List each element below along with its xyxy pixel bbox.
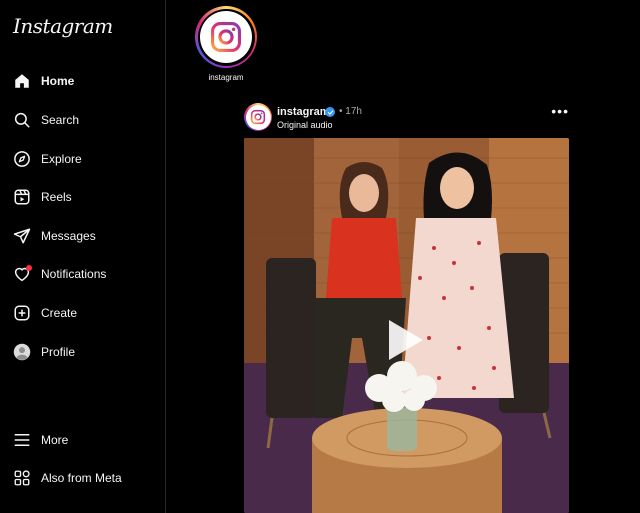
post-separator: •	[339, 106, 343, 117]
sidebar-item-label: Explore	[41, 152, 82, 166]
sidebar-item-label: Messages	[41, 229, 96, 243]
story-ring	[195, 6, 257, 68]
story-username: instagram	[208, 73, 244, 82]
notification-badge	[26, 265, 32, 271]
sidebar-item-explore[interactable]: Explore	[0, 141, 165, 177]
sidebar-item-reels[interactable]: Reels	[0, 179, 165, 215]
post-timestamp: • 17h	[339, 106, 362, 117]
more-options-button[interactable]: •••	[551, 104, 569, 118]
meta-apps-icon	[12, 468, 32, 488]
story-item[interactable]: instagram	[195, 6, 257, 82]
search-icon	[12, 110, 32, 130]
sidebar-item-label: Home	[41, 74, 75, 88]
post-time-value: 17h	[345, 106, 362, 117]
story-ring-gap	[197, 8, 255, 66]
sidebar-item-label: Also from Meta	[41, 471, 122, 485]
story-avatar	[200, 11, 252, 63]
plus-square-icon	[12, 303, 32, 323]
post-username[interactable]: instagram	[277, 106, 330, 118]
sidebar-item-notifications[interactable]: Notifications	[0, 256, 165, 292]
sidebar-item-search[interactable]: Search	[0, 102, 165, 138]
sidebar-item-label: Notifications	[41, 267, 107, 281]
post-header: instagram • 17h Original audio •••	[244, 102, 569, 134]
instagram-logo[interactable]: Instagram	[13, 14, 113, 38]
sidebar-item-create[interactable]: Create	[0, 295, 165, 331]
instagram-glyph-icon	[210, 21, 242, 53]
post-avatar[interactable]	[244, 103, 272, 131]
sidebar-item-label: Reels	[41, 190, 72, 204]
reels-icon	[12, 187, 32, 207]
sidebar-item-home[interactable]: Home	[0, 63, 165, 99]
sidebar-item-label: Create	[41, 306, 78, 320]
sidebar-item-profile[interactable]: Profile	[0, 334, 165, 370]
play-button[interactable]	[383, 318, 427, 362]
home-icon	[12, 71, 32, 91]
sidebar-item-label: Search	[41, 113, 80, 127]
post-audio-link[interactable]: Original audio	[277, 120, 333, 130]
sidebar-item-label: More	[41, 433, 69, 447]
heart-icon	[12, 264, 32, 284]
sidebar-item-messages[interactable]: Messages	[0, 218, 165, 254]
instagram-glyph-icon	[250, 109, 266, 125]
send-icon	[12, 226, 32, 246]
menu-icon	[12, 430, 32, 450]
post-avatar-inner	[245, 104, 271, 130]
avatar-icon	[12, 342, 32, 362]
sidebar-item-more[interactable]: More	[0, 422, 165, 458]
verified-badge-icon	[325, 107, 335, 117]
play-icon	[389, 320, 423, 360]
sidebar-item-label: Profile	[41, 345, 76, 359]
compass-icon	[12, 149, 32, 169]
sidebar-item-also-from-meta[interactable]: Also from Meta	[0, 460, 165, 496]
sidebar: Instagram Home Search Explore Reels Mess…	[0, 0, 166, 513]
